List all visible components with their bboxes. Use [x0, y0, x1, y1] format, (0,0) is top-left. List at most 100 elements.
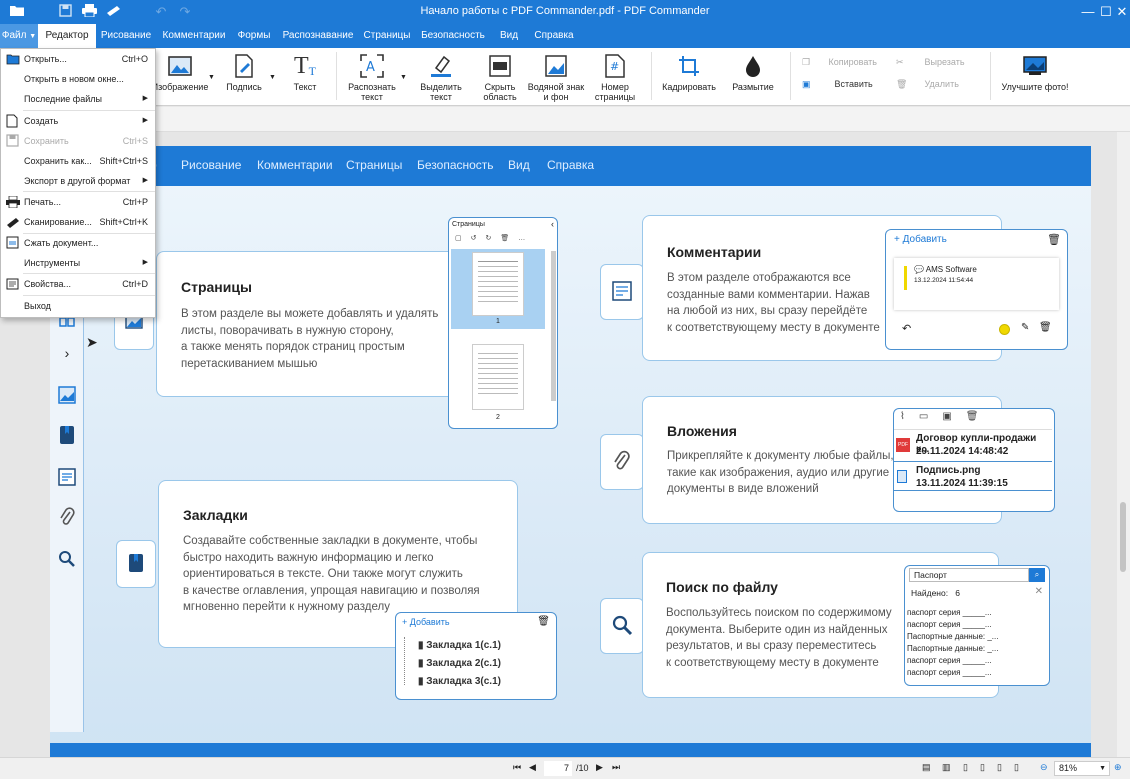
search-result[interactable]: Паспортные данные: _...: [907, 643, 998, 655]
zoom-in-icon[interactable]: ⊕: [1114, 762, 1122, 773]
paperclip-icon[interactable]: ⌇: [900, 411, 919, 422]
view-mode-icon[interactable]: ▥: [942, 762, 951, 773]
cut-button[interactable]: ✂ Вырезать: [896, 57, 965, 68]
tab-drawing[interactable]: Рисование: [98, 24, 154, 48]
file-menu-button[interactable]: Файл ▼: [0, 24, 38, 48]
search-input[interactable]: Паспорт: [909, 568, 1029, 582]
tab-view[interactable]: Вид: [494, 24, 524, 48]
tab-editor[interactable]: Редактор: [38, 24, 96, 48]
tab-security[interactable]: Безопасность: [420, 24, 486, 48]
search-result[interactable]: паспорт серия _____...: [907, 655, 998, 667]
menu-item-export[interactable]: Экспорт в другой формат ▶: [2, 171, 154, 191]
page-number-button[interactable]: # Номер страницы: [592, 54, 638, 102]
chevron-down-icon[interactable]: ▼: [400, 74, 407, 81]
scrollbar-thumb[interactable]: [1120, 502, 1126, 572]
two-page-icon[interactable]: ▯: [997, 762, 1002, 773]
last-page-icon[interactable]: ⏭: [612, 762, 620, 773]
tab-help[interactable]: Справка: [532, 24, 576, 48]
blur-button[interactable]: Размытие: [728, 54, 778, 92]
tab-pages[interactable]: Страницы: [362, 24, 412, 48]
signature-button[interactable]: Подпись: [222, 54, 266, 92]
image-icon: [56, 384, 78, 406]
image-button[interactable]: Изображение: [150, 54, 210, 92]
menu-item-scan[interactable]: Сканирование... Shift+Ctrl+K: [2, 212, 154, 232]
paste-button[interactable]: ▣ Вставить: [802, 79, 873, 90]
submenu-arrow-icon: ▶: [142, 117, 148, 124]
tab-forms[interactable]: Формы: [234, 24, 274, 48]
previous-page-icon[interactable]: ◀: [529, 762, 536, 773]
bookmark-icon: ▮: [418, 676, 424, 687]
reply-icon[interactable]: ↶: [902, 322, 911, 335]
search-result[interactable]: паспорт серия _____...: [907, 619, 998, 631]
clear-search-icon[interactable]: ✕: [1035, 586, 1043, 597]
chevron-down-icon[interactable]: ▼: [269, 74, 276, 81]
menu-item-properties[interactable]: Свойства... Ctrl+D: [2, 274, 154, 294]
add-bookmark-button[interactable]: + Добавить: [402, 617, 450, 627]
zoom-out-icon[interactable]: ⊖: [1040, 762, 1048, 773]
menu-item-compress[interactable]: Сжать документ...: [2, 233, 154, 253]
menu-item-save[interactable]: Сохранить Ctrl+S: [2, 131, 154, 151]
attachments-feature-title: Вложения: [667, 423, 737, 439]
color-picker-icon[interactable]: [999, 324, 1010, 335]
menu-item-create[interactable]: Создать ▶: [2, 111, 154, 131]
close-icon[interactable]: ✕: [1112, 3, 1130, 21]
search-results-list: паспорт серия _____... паспорт серия ___…: [907, 607, 998, 679]
add-comment-button[interactable]: + Добавить: [894, 234, 947, 245]
crop-button[interactable]: Кадрировать: [660, 54, 718, 92]
single-page-icon[interactable]: ▯: [963, 762, 968, 773]
menu-item-print[interactable]: Печать... Ctrl+P: [2, 192, 154, 212]
bookmark-item[interactable]: ▮ Закладка 2(с.1): [418, 658, 501, 669]
delete-button[interactable]: 🗑 Удалить: [896, 79, 959, 90]
minimize-icon[interactable]: —: [1078, 3, 1098, 21]
menu-item-open[interactable]: Открыть... Ctrl+O: [2, 49, 154, 69]
paperclip-icon: [56, 506, 78, 528]
folder-icon[interactable]: ▭: [919, 411, 942, 422]
enhance-photo-button[interactable]: Улучшите фото!: [1000, 54, 1070, 92]
thumbnail-selected: 1: [451, 249, 545, 329]
save-icon[interactable]: ▣: [942, 411, 965, 422]
menu-item-recent-files[interactable]: Последние файлы ▶: [2, 89, 154, 109]
tab-recognition[interactable]: Распознавание: [282, 24, 354, 48]
text-line: документы в виде вложений: [667, 483, 819, 495]
view-mode-icon[interactable]: ▤: [922, 762, 931, 773]
text-button[interactable]: TT Текст: [285, 54, 325, 92]
tab-comments[interactable]: Комментарии: [160, 24, 228, 48]
menu-item-exit[interactable]: Выход: [2, 296, 154, 316]
search-result[interactable]: паспорт серия _____...: [907, 607, 998, 619]
hide-area-button[interactable]: Скрыть область: [478, 54, 522, 102]
recognize-text-button[interactable]: A Распознать текст: [344, 54, 400, 102]
menu-bar: Файл ▼ Редактор Рисование Комментарии Фо…: [0, 24, 1130, 48]
trash-icon[interactable]: 🗑: [966, 411, 993, 422]
next-page-icon[interactable]: ▶: [596, 762, 603, 773]
comment-item[interactable]: 💬 AMS Software 13.12.2024 11:54:44: [894, 258, 1059, 310]
chevron-down-icon[interactable]: ▼: [208, 74, 215, 81]
copy-button[interactable]: ❐ Копировать: [802, 57, 877, 68]
continuous-page-icon[interactable]: ▯: [980, 762, 985, 773]
copy-label: Копировать: [828, 57, 877, 67]
search-result[interactable]: Паспортные данные: _...: [907, 631, 998, 643]
panel-scrollbar[interactable]: [551, 251, 556, 401]
document-viewport[interactable]: о Рисование Комментарии Страницы Безопас…: [0, 132, 1117, 757]
trash-icon[interactable]: 🗑: [537, 616, 550, 627]
vertical-scrollbar[interactable]: [1117, 132, 1130, 757]
search-result[interactable]: паспорт серия _____...: [907, 667, 998, 679]
two-page-continuous-icon[interactable]: ▯: [1014, 762, 1019, 773]
bookmark-item[interactable]: ▮ Закладка 1(с.1): [418, 640, 501, 651]
attachment-item[interactable]: PDF Договор купли-продажи к... 29.11.202…: [894, 429, 1052, 459]
zoom-select[interactable]: 81% ▼: [1054, 761, 1110, 776]
trash-icon[interactable]: 🗑: [1039, 322, 1052, 333]
scissors-icon: ✂: [896, 57, 904, 67]
menu-item-save-as[interactable]: Сохранить как... Shift+Ctrl+S: [2, 151, 154, 171]
watermark-button[interactable]: Водяной знак и фон: [526, 54, 586, 102]
page-number-input[interactable]: 7: [544, 761, 572, 776]
menu-item-tools[interactable]: Инструменты ▶: [2, 253, 154, 273]
highlight-text-button[interactable]: Выделить текст: [418, 54, 464, 102]
bookmark-item[interactable]: ▮ Закладка 3(с.1): [418, 676, 501, 687]
menu-item-open-new-window[interactable]: Открыть в новом окне...: [2, 69, 154, 89]
attachment-item[interactable]: Подпись.png 13.11.2024 11:39:15: [894, 461, 1052, 491]
pencil-icon[interactable]: ✎: [1021, 322, 1029, 333]
bookmark-icon: [56, 424, 78, 446]
first-page-icon[interactable]: ⏮: [513, 762, 521, 773]
trash-icon[interactable]: 🗑: [1047, 233, 1061, 246]
search-icon[interactable]: ⌕: [1029, 568, 1045, 582]
